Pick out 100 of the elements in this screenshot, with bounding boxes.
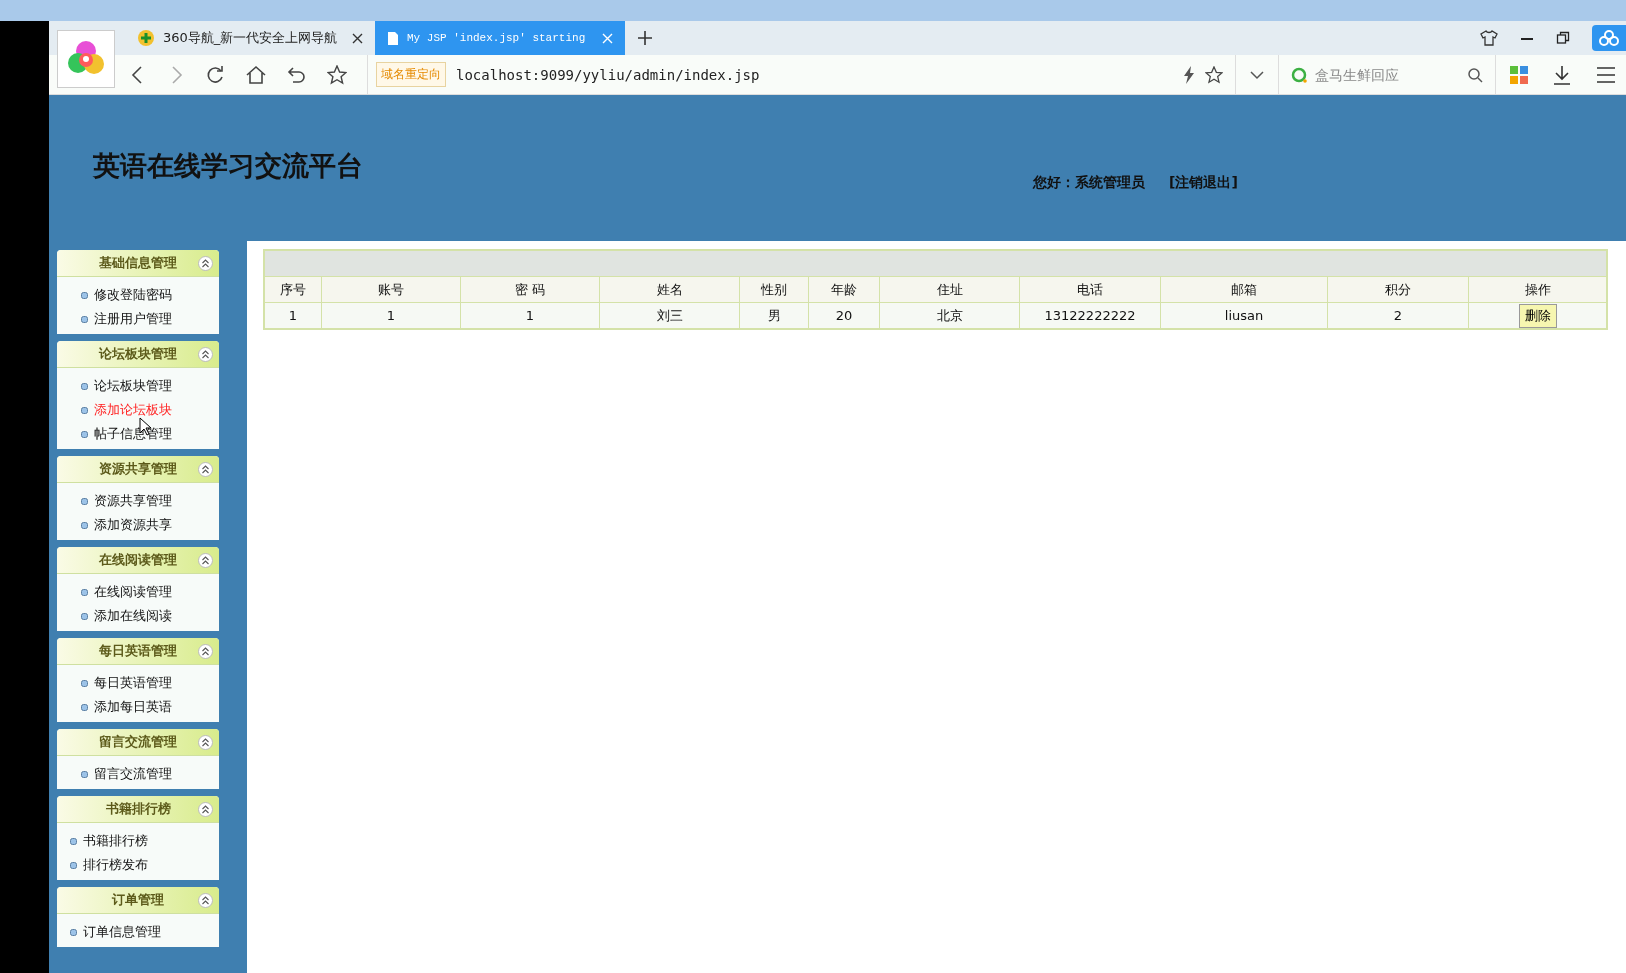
collapse-icon[interactable] bbox=[198, 462, 213, 477]
star-icon[interactable] bbox=[327, 64, 347, 85]
menu-link[interactable]: 注册用户管理 bbox=[94, 310, 172, 328]
panel-title: 留言交流管理 bbox=[99, 733, 177, 751]
menu-link[interactable]: 资源共享管理 bbox=[94, 492, 172, 510]
menu-link[interactable]: 添加资源共享 bbox=[94, 516, 172, 534]
bullet-icon bbox=[81, 588, 88, 596]
collapse-icon[interactable] bbox=[198, 735, 213, 750]
bullet-icon bbox=[81, 315, 88, 323]
menu-link[interactable]: 在线阅读管理 bbox=[94, 583, 172, 601]
lightning-icon[interactable] bbox=[1183, 65, 1195, 84]
delete-button[interactable]: 删除 bbox=[1518, 303, 1557, 328]
bullet-icon bbox=[81, 703, 88, 711]
table-cell: 男 bbox=[739, 302, 808, 328]
bullet-icon bbox=[81, 770, 88, 778]
table-cell: 1 bbox=[321, 302, 460, 328]
menu-link[interactable]: 留言交流管理 bbox=[94, 765, 172, 783]
close-icon[interactable] bbox=[352, 32, 363, 44]
bullet-icon bbox=[70, 928, 77, 936]
column-header: 邮箱 bbox=[1160, 276, 1327, 302]
panel-title: 资源共享管理 bbox=[99, 460, 177, 478]
shirt-icon[interactable] bbox=[1480, 30, 1498, 46]
bullet-icon bbox=[81, 612, 88, 620]
panel-header[interactable]: 资源共享管理 bbox=[57, 456, 219, 483]
column-header: 序号 bbox=[265, 276, 321, 302]
home-icon[interactable] bbox=[245, 64, 267, 85]
collapse-icon[interactable] bbox=[198, 802, 213, 817]
collapse-icon[interactable] bbox=[198, 553, 213, 568]
star-icon[interactable] bbox=[1205, 65, 1223, 84]
collapse-icon[interactable] bbox=[198, 893, 213, 908]
url-text: localhost:9099/yyliu/admin/index.jsp bbox=[456, 66, 760, 83]
bullet-icon bbox=[81, 521, 88, 529]
panel-title: 在线阅读管理 bbox=[99, 551, 177, 569]
column-header: 密 码 bbox=[460, 276, 599, 302]
menu-link[interactable]: 每日英语管理 bbox=[94, 674, 172, 692]
search-field[interactable]: 盒马生鲜回应 bbox=[1313, 65, 1461, 84]
column-header: 性别 bbox=[739, 276, 808, 302]
panel-header[interactable]: 留言交流管理 bbox=[57, 729, 219, 756]
table-cell: 13122222222 bbox=[1019, 302, 1160, 328]
panel-header[interactable]: 基础信息管理 bbox=[57, 250, 219, 277]
browser-tab[interactable]: 360导航_新一代安全上网导航 bbox=[125, 21, 375, 55]
panel-header[interactable]: 每日英语管理 bbox=[57, 638, 219, 665]
new-tab-icon[interactable] bbox=[637, 30, 653, 46]
panel-title: 论坛板块管理 bbox=[99, 345, 177, 363]
column-header: 积分 bbox=[1327, 276, 1468, 302]
column-header: 住址 bbox=[879, 276, 1019, 302]
menu-link[interactable]: 修改登陆密码 bbox=[94, 286, 172, 304]
undo-icon[interactable] bbox=[287, 64, 307, 85]
bullet-icon bbox=[70, 837, 77, 845]
tab-title: My JSP 'index.jsp' starting bbox=[407, 32, 587, 44]
cloud-icon bbox=[1598, 30, 1620, 46]
bullet-icon bbox=[81, 382, 88, 390]
menu-link[interactable]: 论坛板块管理 bbox=[94, 377, 172, 395]
table-cell: 2 bbox=[1327, 302, 1468, 328]
menu-link[interactable]: 添加论坛板块 bbox=[94, 401, 172, 419]
collapse-icon[interactable] bbox=[198, 347, 213, 362]
ring-logo-icon bbox=[1291, 66, 1307, 83]
bullet-icon bbox=[81, 430, 88, 438]
column-header: 年龄 bbox=[808, 276, 879, 302]
panel-header[interactable]: 书籍排行榜 bbox=[57, 796, 219, 823]
cloud-button[interactable] bbox=[1592, 25, 1626, 51]
plus-badge-icon bbox=[137, 29, 155, 47]
greeting-text: 您好：系统管理员 bbox=[1033, 174, 1145, 192]
menu-link[interactable]: 订单信息管理 bbox=[83, 923, 161, 941]
table-cell: 1 bbox=[460, 302, 599, 328]
logout-link[interactable]: [注销退出] bbox=[1169, 174, 1238, 192]
panel-header[interactable]: 在线阅读管理 bbox=[57, 547, 219, 574]
chevron-down-icon[interactable] bbox=[1250, 69, 1264, 80]
page-icon bbox=[387, 30, 399, 46]
menu-link[interactable]: 排行榜发布 bbox=[83, 856, 148, 874]
panel-title: 每日英语管理 bbox=[99, 642, 177, 660]
apps-grid-icon[interactable] bbox=[1510, 65, 1528, 84]
table-cell: 1 bbox=[265, 302, 321, 328]
table-cell: 刘三 bbox=[599, 302, 739, 328]
bullet-icon bbox=[81, 497, 88, 505]
table-cell: 20 bbox=[808, 302, 879, 328]
menu-link[interactable]: 添加在线阅读 bbox=[94, 607, 172, 625]
site-title: 英语在线学习交流平台 bbox=[93, 149, 363, 183]
download-icon[interactable] bbox=[1552, 64, 1572, 85]
column-header: 账号 bbox=[321, 276, 460, 302]
menu-link[interactable]: 添加每日英语 bbox=[94, 698, 172, 716]
bullet-icon bbox=[70, 861, 77, 869]
address-field[interactable]: 域名重定向 localhost:9099/yyliu/admin/index.jsp bbox=[367, 55, 1236, 94]
collapse-icon[interactable] bbox=[198, 644, 213, 659]
panel-header[interactable]: 论坛板块管理 bbox=[57, 341, 219, 368]
search-icon[interactable] bbox=[1467, 66, 1483, 83]
restore-icon[interactable] bbox=[1556, 31, 1570, 45]
panel-title: 基础信息管理 bbox=[99, 254, 177, 272]
table-cell: liusan bbox=[1160, 302, 1327, 328]
reload-icon[interactable] bbox=[205, 64, 225, 85]
collapse-icon[interactable] bbox=[198, 256, 213, 271]
panel-title: 订单管理 bbox=[112, 891, 164, 909]
menu-link[interactable]: 书籍排行榜 bbox=[83, 832, 148, 850]
menu-icon[interactable] bbox=[1596, 65, 1616, 84]
bullet-icon bbox=[81, 406, 88, 414]
tab-title: 360导航_新一代安全上网导航 bbox=[163, 29, 339, 47]
column-header: 姓名 bbox=[599, 276, 739, 302]
table-cell: 北京 bbox=[879, 302, 1019, 328]
panel-header[interactable]: 订单管理 bbox=[57, 887, 219, 914]
panel-title: 书籍排行榜 bbox=[105, 800, 171, 818]
